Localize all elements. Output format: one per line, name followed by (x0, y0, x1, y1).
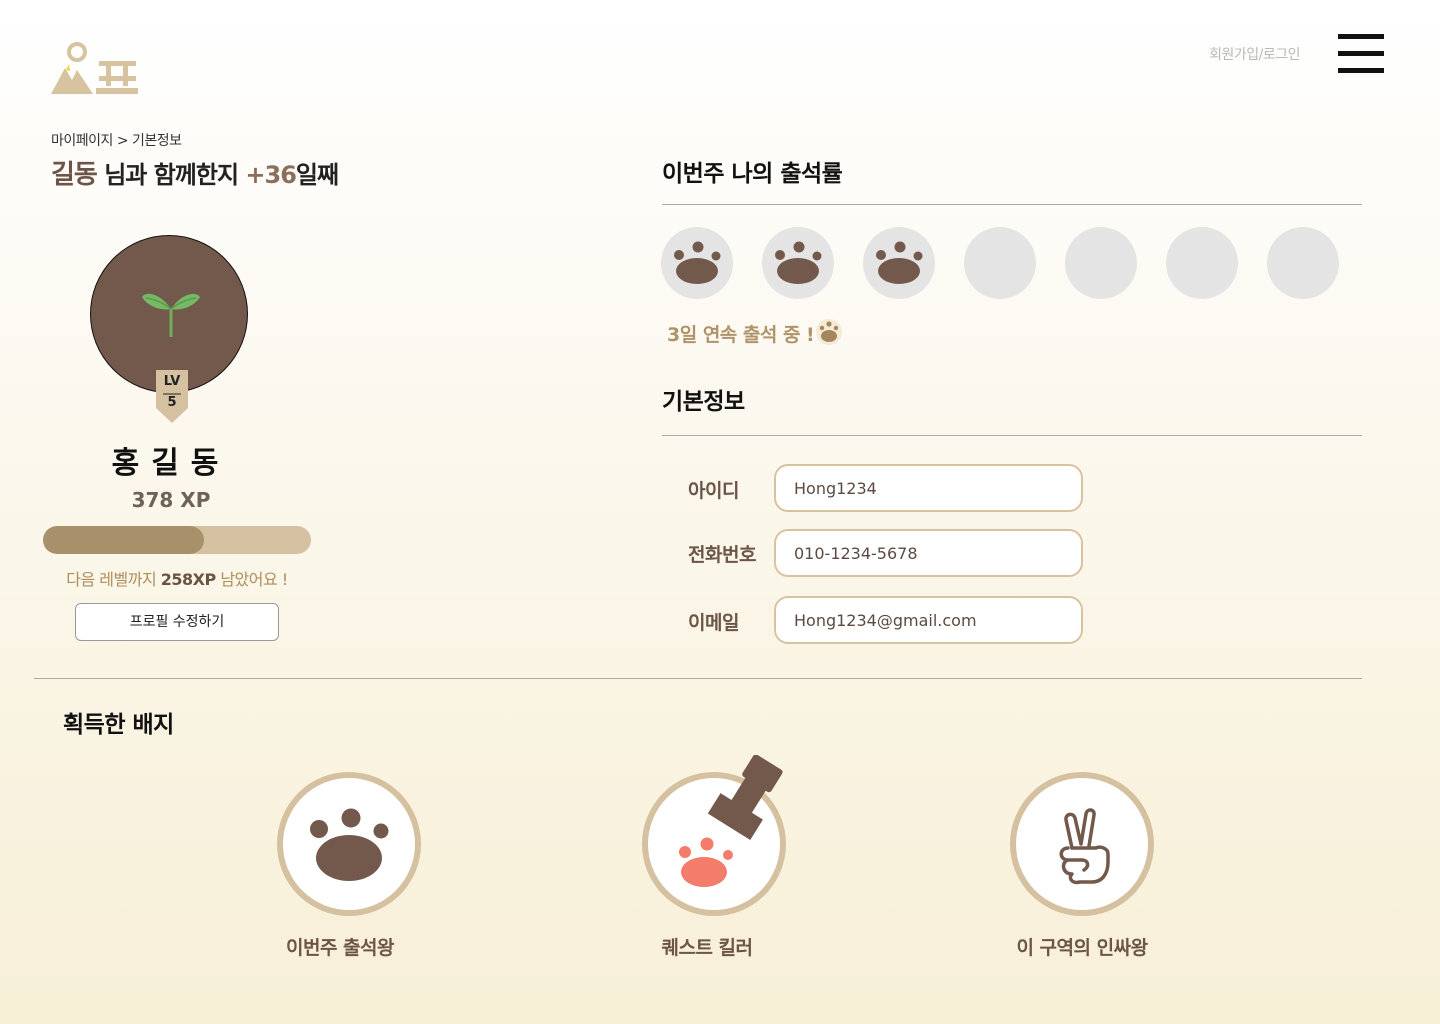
user-xp: 378 XP (131, 488, 211, 512)
paw-icon (876, 241, 923, 284)
xp-progress-bar (43, 526, 311, 554)
next-level-suffix: 남았어요 ! (215, 570, 288, 589)
badges-divider (34, 678, 1362, 679)
paw-icon (815, 318, 843, 346)
badges-title: 획득한 배지 (63, 712, 174, 738)
email-field[interactable] (774, 596, 1083, 644)
peace-hand-icon (1059, 808, 1110, 885)
mountain-logo-icon (51, 42, 138, 94)
attendance-day (1166, 227, 1238, 299)
phone-field[interactable] (774, 529, 1083, 577)
stamp-handle-icon (707, 755, 783, 840)
attendance-day (762, 227, 834, 299)
streak-text: 3일 연속 출석 중 ! (667, 324, 815, 346)
paw-icon (310, 808, 389, 881)
greeting-title: 길동 님과 함께한지 +36일째 (51, 154, 339, 191)
id-label: 아이디 (688, 480, 739, 502)
breadcrumb: 마이페이지 > 기본정보 (51, 133, 182, 149)
paw-icon (674, 241, 721, 284)
attendance-day (863, 227, 935, 299)
next-level-prefix: 다음 레벨까지 (66, 570, 161, 589)
greeting-mid: 님과 함께한지 (96, 161, 246, 189)
basic-info-divider (662, 435, 1362, 436)
badge-social-king (1010, 772, 1154, 916)
badge-label-attendance-king: 이번주 출석왕 (286, 937, 395, 959)
attendance-day (964, 227, 1036, 299)
attendance-day (661, 227, 733, 299)
badge-label-quest-killer: 퀘스트 킬러 (661, 937, 753, 959)
basic-info-title: 기본정보 (662, 389, 745, 415)
attendance-day (1065, 227, 1137, 299)
signup-login-link[interactable]: 회원가입/로그인 (1180, 44, 1300, 64)
user-name: 홍길동 (111, 446, 231, 481)
phone-label: 전화번호 (688, 544, 756, 566)
edit-profile-button[interactable]: 프로필 수정하기 (75, 603, 279, 641)
level-value: 5 (167, 395, 177, 410)
attendance-divider (662, 204, 1362, 205)
id-field[interactable] (774, 464, 1083, 512)
greeting-end: 일째 (295, 161, 339, 189)
attendance-title: 이번주 나의 출석률 (662, 161, 843, 187)
next-level-text: 다음 레벨까지 258XP 남았어요 ! (30, 566, 324, 590)
paw-icon (775, 241, 822, 284)
next-level-xp: 258XP (160, 570, 216, 589)
greeting-days: +36 (245, 161, 297, 189)
logo[interactable] (48, 40, 144, 100)
badge-label-social-king: 이 구역의 인싸왕 (1016, 937, 1148, 959)
xp-progress-fill (43, 526, 204, 554)
level-badge: LV 5 (156, 370, 188, 424)
hamburger-menu-icon[interactable] (1338, 34, 1384, 74)
badge-attendance-king (277, 772, 421, 916)
email-label: 이메일 (688, 612, 739, 634)
attendance-day (1267, 227, 1339, 299)
level-label: LV (163, 374, 181, 389)
greeting-name: 길동 (51, 160, 98, 190)
